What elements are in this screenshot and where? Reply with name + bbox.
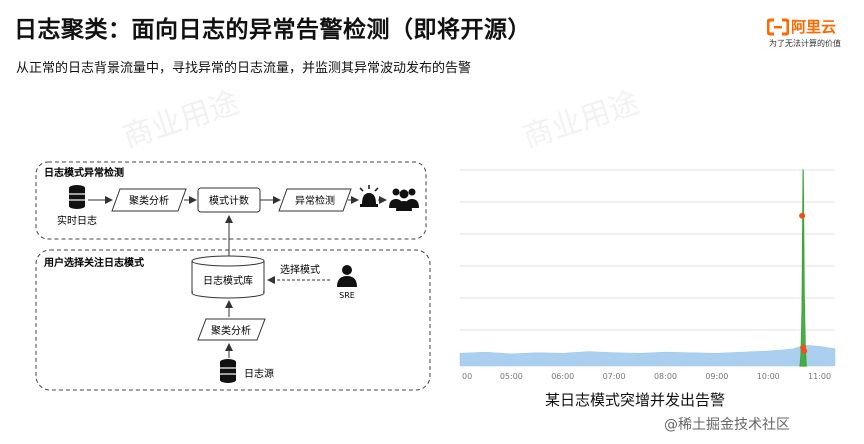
x-tick-label: 05:00: [500, 372, 523, 381]
cluster-top-label: 聚类分析: [129, 194, 169, 207]
chart-series: [459, 169, 836, 367]
x-tick-label: 08:00: [654, 372, 677, 381]
brand-slogan: 为了无法计算的价值: [769, 39, 841, 48]
realtime-log-label: 实时日志: [57, 214, 97, 227]
sre-label: SRE: [339, 291, 355, 300]
cluster-bottom-label: 聚类分析: [211, 324, 251, 337]
source-credit: @稀土掘金技术社区: [664, 417, 790, 433]
watermark: 商业用途: [518, 85, 644, 156]
x-tick-label: 00: [462, 372, 472, 381]
anomaly-detect-label: 异常检测: [295, 194, 335, 207]
bottom-group-label: 用户选择关注日志模式: [43, 256, 144, 269]
alert-point: [799, 212, 806, 219]
pattern-db-label: 日志模式库: [203, 274, 253, 287]
flow-diagram: 日志模式异常检测 实时日志 聚类分析 模式计数 异常检测 用户选择关注日志模式: [35, 161, 431, 391]
alarm-siren-icon: [359, 185, 379, 207]
brand-name: 阿里云: [791, 18, 837, 36]
series-area-0: [459, 344, 836, 367]
x-tick-label: 07:00: [603, 372, 626, 381]
alert-point: [801, 347, 808, 354]
pattern-count-label: 模式计数: [209, 194, 249, 207]
x-tick-label: 06:00: [551, 372, 574, 381]
log-source-label: 日志源: [244, 367, 274, 380]
sre-user-icon: [337, 265, 357, 287]
top-group-label: 日志模式异常检测: [44, 166, 124, 179]
pattern-chart: 00 05:00 06:00 07:00 08:00 09:00 10:00 11:00: [459, 169, 836, 381]
users-group-icon: [389, 188, 419, 211]
series-area-1: [799, 169, 807, 367]
database-icon: [69, 185, 85, 209]
chart-caption: 某日志模式突增并发出告警: [544, 391, 725, 409]
select-pattern-label: 选择模式: [280, 263, 320, 276]
brand-logo: 阿里云 为了无法计算的价值: [767, 18, 857, 54]
chart-x-axis: 00 05:00 06:00 07:00 08:00 09:00 10:00 11:00: [462, 372, 831, 381]
aliyun-logo-icon: [767, 18, 789, 36]
chart-grid: [460, 169, 835, 363]
x-tick-label: 10:00: [757, 372, 780, 381]
database-icon: [220, 359, 236, 383]
x-tick-label: 09:00: [705, 372, 728, 381]
x-tick-label: 11:00: [808, 372, 831, 381]
